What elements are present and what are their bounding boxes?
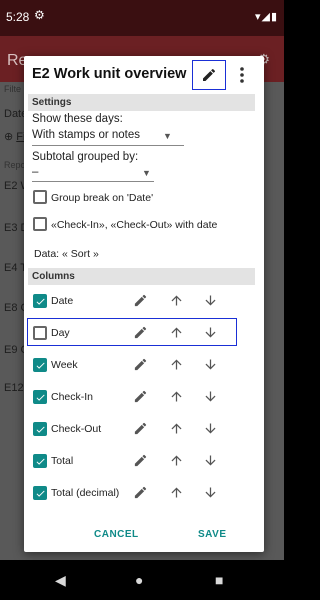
chevron-down-icon[interactable]: ▼ <box>142 168 151 178</box>
show-days-label: Show these days: <box>32 113 123 125</box>
week-checkbox[interactable] <box>33 358 47 372</box>
checkin-checkout-date-label: «Check-In», «Check-Out» with date <box>51 219 218 231</box>
total-decimal-checkbox[interactable] <box>33 486 47 500</box>
column-label: Day <box>51 327 70 339</box>
columns-header: Columns <box>28 268 255 285</box>
fi-label: ⊕ Fi <box>4 130 25 143</box>
subtotal-label: Subtotal grouped by: <box>32 151 139 163</box>
group-break-label: Group break on 'Date' <box>51 192 154 204</box>
total-checkbox[interactable] <box>33 454 47 468</box>
check-icon <box>36 490 45 497</box>
edit-title-button[interactable] <box>192 60 226 90</box>
check-in-checkbox[interactable] <box>33 390 47 404</box>
chevron-down-icon[interactable]: ▼ <box>163 131 172 141</box>
day-checkbox[interactable] <box>33 326 47 340</box>
signal-icon: ◢ <box>261 11 271 23</box>
column-label: Date <box>51 295 74 307</box>
status-bar: 5:28 ⚙ ▾◢▮ <box>0 0 284 36</box>
column-row-total: Total <box>24 445 264 477</box>
arrow-down-icon[interactable] <box>203 485 218 500</box>
column-label: Check-In <box>51 391 94 403</box>
check-icon <box>36 298 45 305</box>
nav-bar: ◀ ● ■ <box>0 560 284 600</box>
battery-icon: ▮ <box>270 11 278 23</box>
column-label: Week <box>51 359 78 371</box>
checkin-checkout-date-checkbox[interactable] <box>33 217 47 231</box>
work-unit-dialog: E2 Work unit overview Settings Show thes… <box>24 56 264 552</box>
pencil-icon[interactable] <box>133 357 148 372</box>
back-icon[interactable]: ◀ <box>55 572 66 589</box>
settings-header: Settings <box>28 94 255 111</box>
recents-icon[interactable]: ■ <box>215 572 223 588</box>
report-item: E12 <box>4 382 24 394</box>
arrow-up-icon[interactable] <box>169 357 184 372</box>
column-row-total-decimal: Total (decimal) <box>24 477 264 509</box>
check-icon <box>36 458 45 465</box>
more-vert-icon <box>240 67 244 83</box>
arrow-down-icon[interactable] <box>203 357 218 372</box>
add-icon: ⊕ <box>4 131 14 143</box>
dialog-title: E2 Work unit overview <box>32 66 187 82</box>
arrow-up-icon[interactable] <box>169 293 184 308</box>
column-label: Check-Out <box>51 423 102 435</box>
data-sort-text: Data: « Sort » <box>34 248 99 260</box>
arrow-up-icon[interactable] <box>169 389 184 404</box>
arrow-down-icon[interactable] <box>203 389 218 404</box>
settings-gear-icon: ⚙ <box>34 8 45 22</box>
arrow-down-icon[interactable] <box>203 421 218 436</box>
check-icon <box>36 394 45 401</box>
pencil-icon <box>203 68 216 81</box>
arrow-up-icon[interactable] <box>169 453 184 468</box>
date-checkbox[interactable] <box>33 294 47 308</box>
filter-label: Filte <box>4 84 22 94</box>
pencil-icon[interactable] <box>133 389 148 404</box>
more-options-button[interactable] <box>234 62 250 88</box>
column-label: Total (decimal) <box>51 487 120 499</box>
column-row-check-out: Check-Out <box>24 413 264 445</box>
arrow-up-icon[interactable] <box>169 421 184 436</box>
pencil-icon[interactable] <box>133 325 148 340</box>
pencil-icon[interactable] <box>133 421 148 436</box>
pencil-icon[interactable] <box>133 453 148 468</box>
save-button[interactable]: SAVE <box>198 529 227 540</box>
column-row-check-in: Check-In <box>24 381 264 413</box>
pencil-icon[interactable] <box>133 485 148 500</box>
arrow-down-icon[interactable] <box>203 325 218 340</box>
status-time: 5:28 <box>6 10 30 24</box>
column-label: Total <box>51 455 74 467</box>
check-icon <box>36 362 45 369</box>
show-days-underline <box>32 145 184 146</box>
check-icon <box>36 426 45 433</box>
report-label: Repo <box>4 160 26 170</box>
column-row-week: Week <box>24 349 264 381</box>
home-icon[interactable]: ● <box>135 572 143 588</box>
check-out-checkbox[interactable] <box>33 422 47 436</box>
subtotal-dropdown[interactable]: – <box>32 166 38 178</box>
cancel-button[interactable]: CANCEL <box>94 529 139 540</box>
group-break-checkbox[interactable] <box>33 190 47 204</box>
column-row-day: Day <box>24 317 264 349</box>
pencil-icon[interactable] <box>133 293 148 308</box>
column-row-date: Date <box>24 285 264 317</box>
show-days-dropdown[interactable]: With stamps or notes <box>32 129 140 141</box>
arrow-up-icon[interactable] <box>169 325 184 340</box>
arrow-down-icon[interactable] <box>203 293 218 308</box>
status-icons: ▾◢▮ <box>255 10 278 23</box>
subtotal-underline <box>32 181 154 182</box>
arrow-up-icon[interactable] <box>169 485 184 500</box>
arrow-down-icon[interactable] <box>203 453 218 468</box>
